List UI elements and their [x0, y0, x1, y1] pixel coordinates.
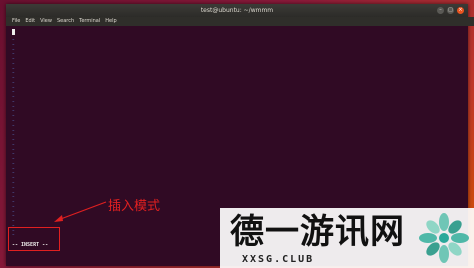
annotation-arrow	[54, 201, 107, 222]
site-watermark: 德一游讯网 XXSG.CLUB	[220, 208, 474, 268]
watermark-domain: XXSG.CLUB	[242, 254, 315, 265]
maximize-button[interactable]: □	[447, 7, 454, 14]
close-button[interactable]: ×	[457, 7, 464, 14]
menu-view[interactable]: View	[40, 17, 52, 26]
text-cursor	[12, 29, 15, 35]
menu-bar: File Edit View Search Terminal Help	[6, 17, 474, 26]
title-bar[interactable]: test@ubuntu: ~/wmmm – □ ×	[6, 4, 468, 17]
menu-help[interactable]: Help	[105, 17, 116, 26]
empty-line-markers: ~ ~ ~ ~ ~ ~ ~ ~ ~ ~ ~ ~ ~ ~ ~ ~ ~ ~ ~ ~ …	[12, 37, 15, 238]
annotation-label: 插入模式	[108, 199, 161, 214]
watermark-logo-icon	[419, 213, 469, 263]
watermark-text: 德一游讯网	[230, 212, 405, 252]
menu-terminal[interactable]: Terminal	[79, 17, 100, 26]
menu-file[interactable]: File	[12, 17, 20, 26]
window-title: test@ubuntu: ~/wmmm	[200, 7, 274, 14]
status-highlight-box	[8, 227, 60, 251]
window-controls: – □ ×	[437, 7, 464, 15]
minimize-button[interactable]: –	[437, 7, 444, 14]
menu-search[interactable]: Search	[57, 17, 74, 26]
menu-edit[interactable]: Edit	[25, 17, 35, 26]
